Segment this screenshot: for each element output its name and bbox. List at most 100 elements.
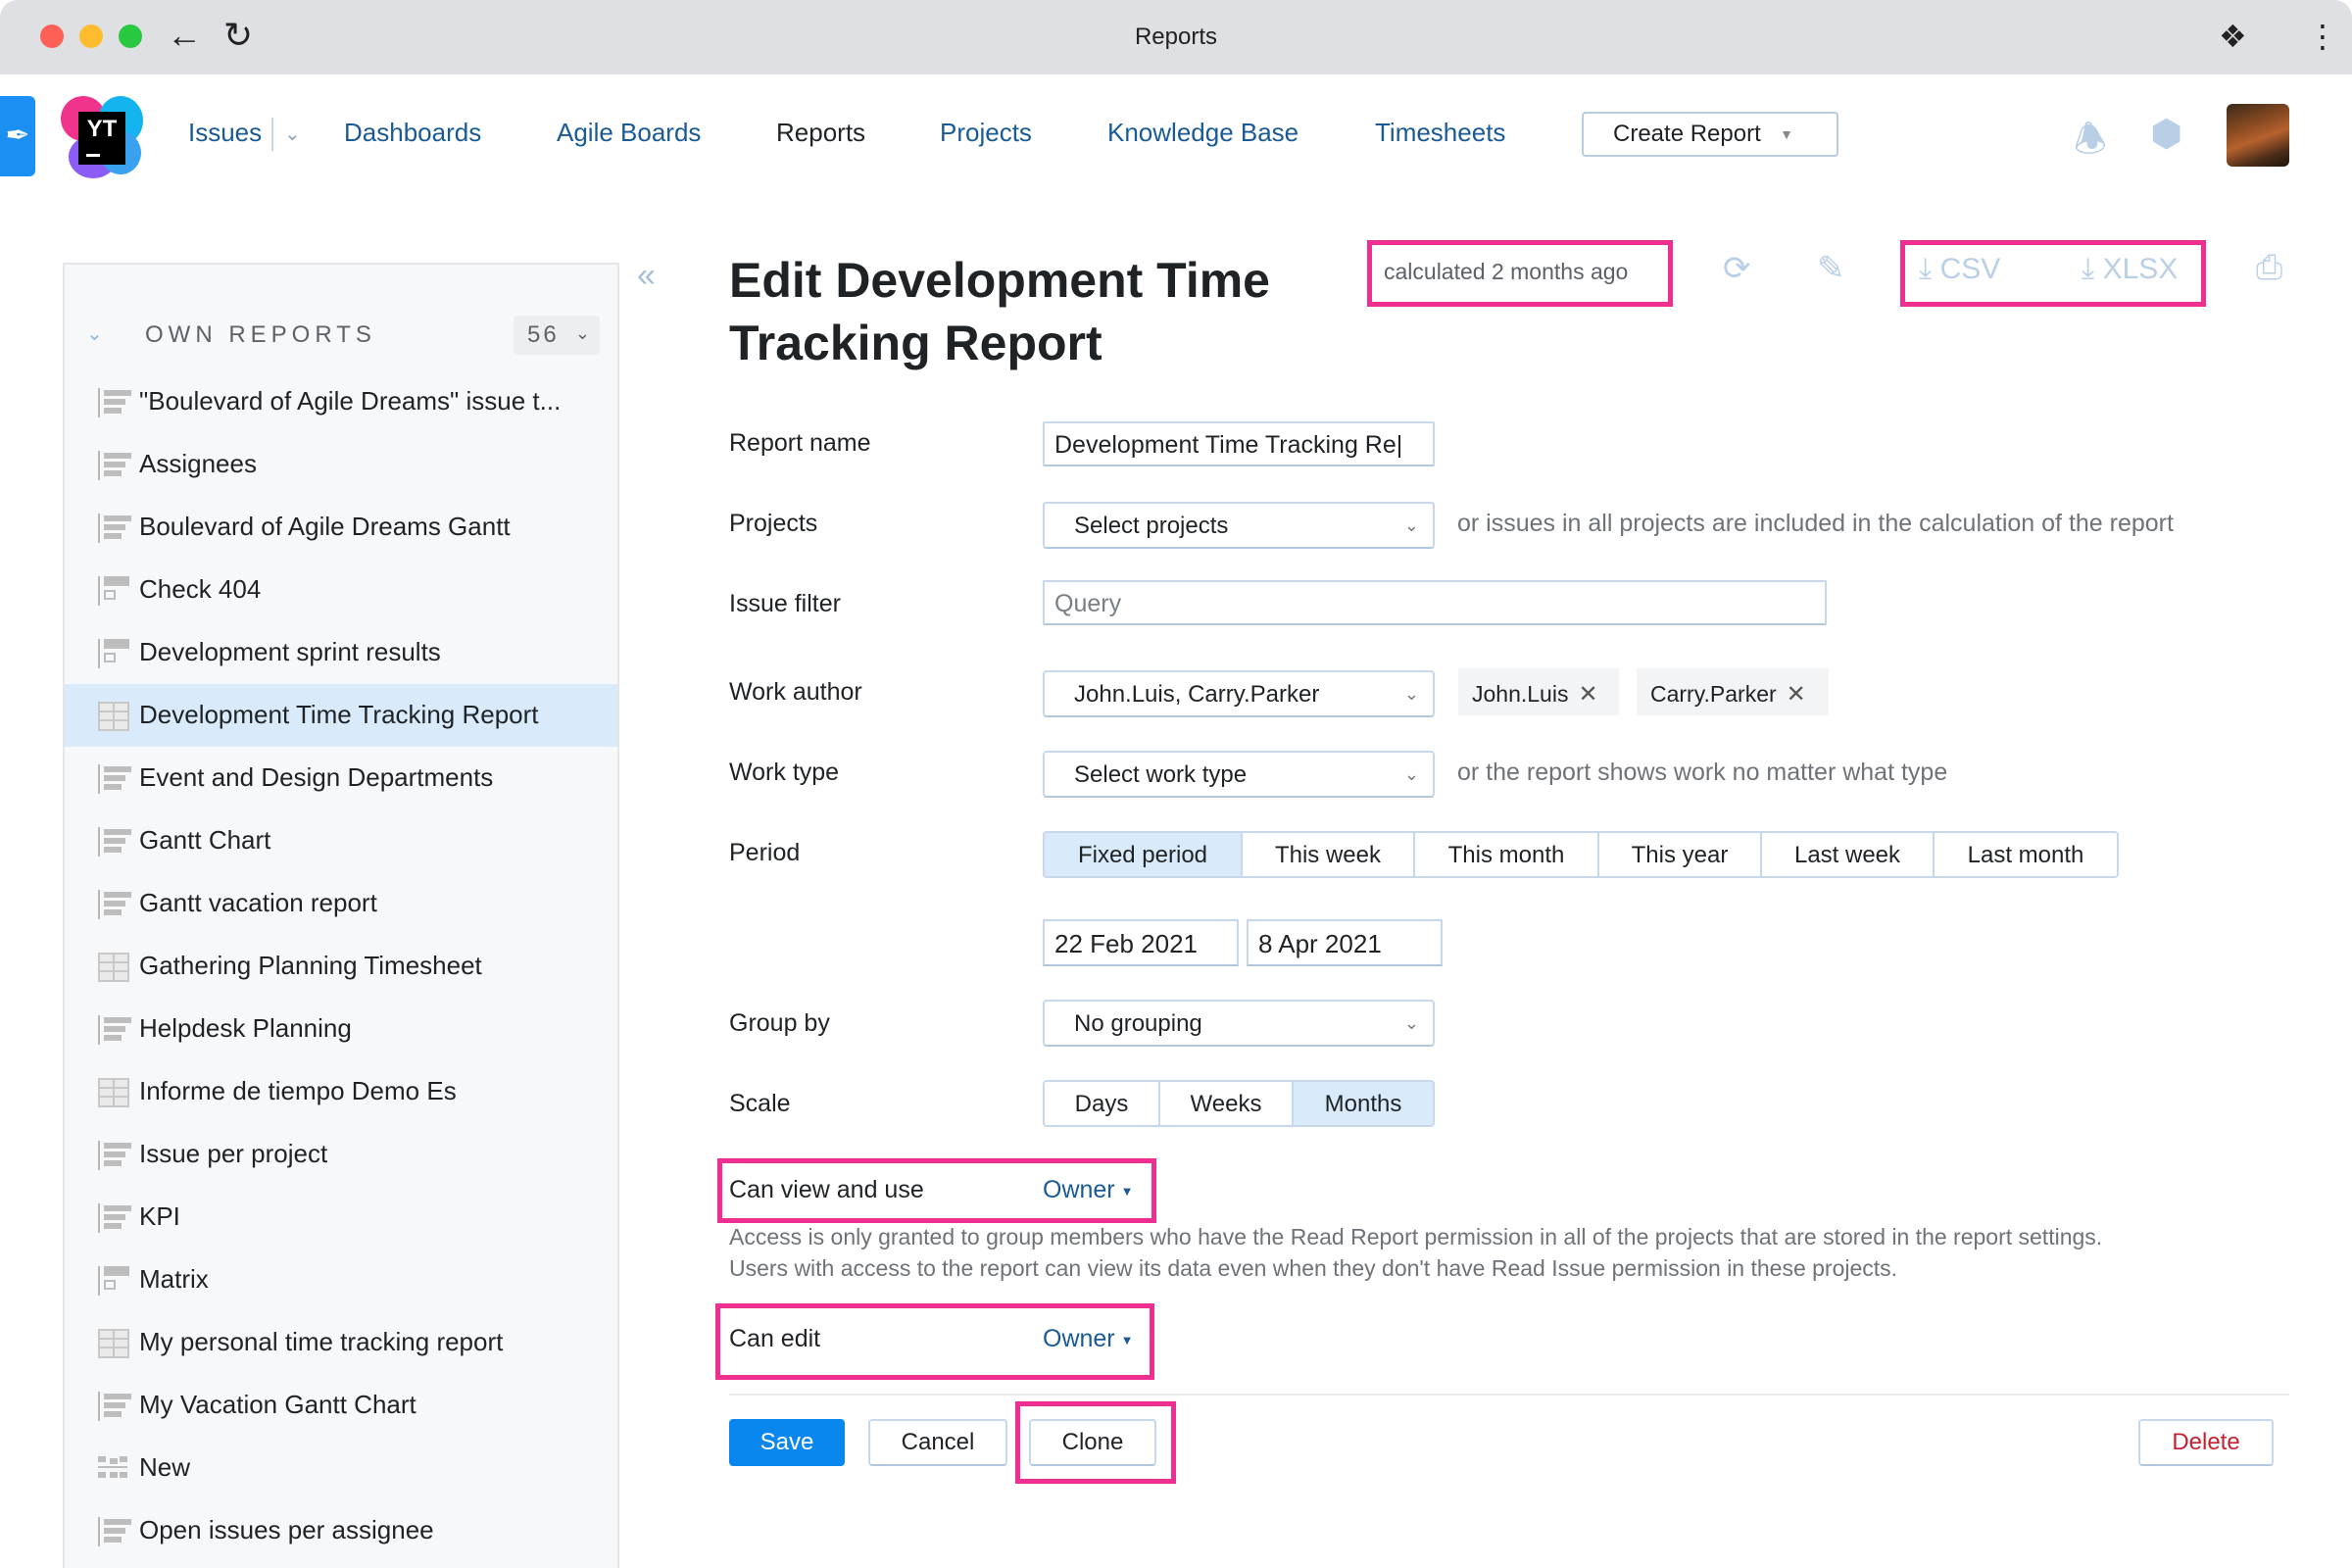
save-button[interactable]: Save: [729, 1419, 845, 1466]
table-report-icon: [98, 1078, 129, 1107]
scale-option[interactable]: Months: [1294, 1082, 1433, 1125]
print-icon[interactable]: ⎙: [2256, 249, 2282, 287]
bar-report-icon: [98, 1203, 131, 1233]
nav-issues[interactable]: Issues: [188, 118, 262, 148]
can-edit-label: Can edit: [729, 1325, 821, 1352]
sidebar-report-item[interactable]: Assignees: [65, 433, 617, 496]
sidebar-report-item[interactable]: Informe de tiempo Demo Es: [65, 1060, 617, 1123]
feather-icon[interactable]: ✒: [0, 96, 35, 176]
sidebar-report-label: Assignees: [139, 449, 257, 478]
period-option[interactable]: This year: [1599, 833, 1762, 876]
puzzle-icon[interactable]: ❖: [2219, 18, 2247, 55]
period-option[interactable]: This month: [1415, 833, 1599, 876]
nav-projects[interactable]: Projects: [940, 118, 1032, 148]
date-from-input[interactable]: 22 Feb 2021: [1043, 919, 1239, 966]
work-type-select[interactable]: Select work type ⌄: [1043, 751, 1435, 798]
nav-reports[interactable]: Reports: [776, 118, 865, 148]
sidebar-report-item[interactable]: New: [65, 1437, 617, 1499]
scale-option[interactable]: Days: [1045, 1082, 1160, 1125]
collapse-sidebar-icon[interactable]: «: [637, 257, 656, 295]
sidebar-report-item[interactable]: Event and Design Departments: [65, 747, 617, 809]
download-icon: ⤓: [2082, 253, 2095, 285]
youtrack-logo[interactable]: YT: [61, 96, 143, 178]
sidebar-report-item[interactable]: Helpdesk Planning: [65, 998, 617, 1060]
sidebar-report-label: Boulevard of Agile Dreams Gantt: [139, 512, 511, 541]
work-author-select[interactable]: John.Luis, Carry.Parker ⌄: [1043, 670, 1435, 717]
pencil-icon[interactable]: ✎: [1817, 249, 1845, 288]
remove-tag-icon[interactable]: ✕: [1787, 681, 1806, 708]
sidebar-report-label: Check 404: [139, 574, 262, 604]
chevron-down-icon[interactable]: ⌄: [86, 321, 103, 346]
create-report-button[interactable]: Create Report ▼: [1582, 112, 1838, 157]
chevron-down-icon: ⌄: [1403, 515, 1419, 535]
own-reports-header[interactable]: ⌄ OWN REPORTS 56 ⌄: [86, 316, 600, 359]
issue-filter-input[interactable]: Query: [1043, 580, 1827, 625]
sidebar-report-label: Development Time Tracking Report: [139, 700, 539, 729]
export-xlsx-button[interactable]: ⤓ XLSX: [2082, 253, 2178, 286]
period-option[interactable]: Last week: [1762, 833, 1935, 876]
page-title: Edit Development Time Tracking Report: [729, 253, 1270, 370]
nav-timesheets[interactable]: Timesheets: [1375, 118, 1505, 148]
export-csv-button[interactable]: ⤓ CSV: [1919, 253, 2000, 286]
sidebar-report-item[interactable]: Issue per project: [65, 1123, 617, 1186]
access-note-line: Users with access to the report can view…: [729, 1255, 1898, 1281]
sidebar-report-item[interactable]: My Vacation Gantt Chart: [65, 1374, 617, 1437]
sidebar-report-item[interactable]: Development Time Tracking Report: [65, 684, 617, 747]
report-count-dropdown[interactable]: 56 ⌄: [514, 316, 600, 355]
access-note: Access is only granted to group members …: [729, 1221, 2278, 1284]
scale-option[interactable]: Weeks: [1160, 1082, 1294, 1125]
chevron-down-icon: ⌄: [1403, 764, 1419, 784]
sidebar-report-item[interactable]: Matrix: [65, 1249, 617, 1311]
cancel-button[interactable]: Cancel: [868, 1419, 1007, 1466]
sidebar-report-item[interactable]: Gathering Planning Timesheet: [65, 935, 617, 998]
clone-button[interactable]: Clone: [1029, 1419, 1156, 1466]
delete-button[interactable]: Delete: [2138, 1419, 2274, 1466]
sidebar-report-item[interactable]: Check 404: [65, 559, 617, 621]
sidebar-report-item[interactable]: KPI: [65, 1186, 617, 1249]
kebab-menu-icon[interactable]: ⋮: [2307, 18, 2338, 55]
author-tag: Carry.Parker ✕: [1637, 668, 1829, 715]
period-option[interactable]: Last month: [1935, 833, 2117, 876]
sidebar-report-item[interactable]: Development sprint results: [65, 621, 617, 684]
chevron-down-icon: ⌄: [574, 323, 590, 343]
sidebar-report-item[interactable]: Open issues per assignee: [65, 1499, 617, 1562]
nav-agile-boards[interactable]: Agile Boards: [557, 118, 701, 148]
work-author-value: John.Luis, Carry.Parker: [1074, 681, 1320, 708]
sidebar-report-item[interactable]: "Boulevard of Agile Dreams" issue t...: [65, 370, 617, 433]
chevron-down-icon[interactable]: ⌄: [284, 122, 301, 146]
refresh-icon[interactable]: ⟳: [1723, 249, 1751, 288]
nav-dashboards[interactable]: Dashboards: [344, 118, 481, 148]
sidebar-report-item[interactable]: My personal time tracking report: [65, 1311, 617, 1374]
caret-down-icon: ▼: [1120, 1183, 1134, 1199]
bar-report-icon: [98, 514, 131, 543]
projects-select[interactable]: Select projects ⌄: [1043, 502, 1435, 549]
csv-label: CSV: [1939, 253, 2001, 285]
work-type-placeholder: Select work type: [1074, 761, 1248, 788]
projects-hint: or issues in all projects are included i…: [1457, 510, 2174, 537]
sidebar-report-item[interactable]: Boulevard of Agile Dreams Gantt: [65, 496, 617, 559]
sidebar-report-label: Issue per project: [139, 1139, 328, 1168]
period-option[interactable]: This week: [1243, 833, 1415, 876]
group-by-select[interactable]: No grouping ⌄: [1043, 1000, 1435, 1047]
settings-icon[interactable]: ⬢: [2150, 112, 2182, 156]
table-report-icon: [98, 953, 129, 982]
nav-knowledge-base[interactable]: Knowledge Base: [1107, 118, 1298, 148]
can-view-dropdown[interactable]: Owner ▼: [1043, 1176, 1134, 1204]
remove-tag-icon[interactable]: ✕: [1578, 681, 1597, 708]
date-to-input[interactable]: 8 Apr 2021: [1247, 919, 1443, 966]
sidebar-report-item[interactable]: Gantt Chart: [65, 809, 617, 872]
sidebar-report-label: Gathering Planning Timesheet: [139, 951, 482, 980]
avatar[interactable]: [2227, 104, 2289, 167]
matrix-report-icon: [98, 639, 129, 668]
sidebar-report-label: Gantt Chart: [139, 825, 271, 855]
projects-placeholder: Select projects: [1074, 513, 1229, 539]
bell-icon[interactable]: 🕭: [2074, 112, 2107, 175]
sidebar-report-label: Gantt vacation report: [139, 888, 377, 917]
can-edit-dropdown[interactable]: Owner ▼: [1043, 1325, 1134, 1353]
sidebar-report-label: My personal time tracking report: [139, 1327, 504, 1356]
period-option[interactable]: Fixed period: [1045, 833, 1243, 876]
bar-report-icon: [98, 764, 131, 794]
sidebar-report-item[interactable]: Gantt vacation report: [65, 872, 617, 935]
report-name-input[interactable]: Development Time Tracking Re|: [1043, 421, 1435, 466]
period-label: Period: [729, 839, 801, 866]
